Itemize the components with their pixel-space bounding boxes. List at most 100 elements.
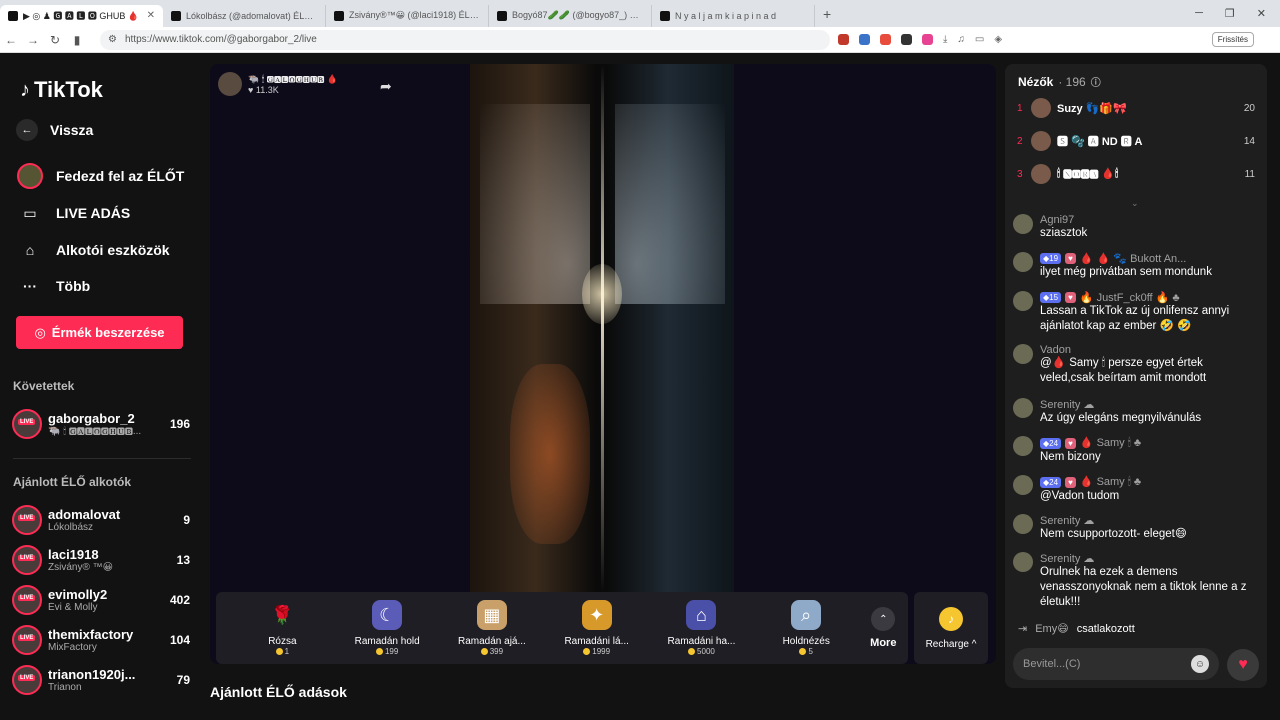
recommended-creator-item[interactable]: LIVE evimolly2 Évi & Molly 402 [12,583,190,617]
chat-username[interactable]: ◆24 ♥ 🩸 Samy 🕯 ♣ [1040,475,1259,489]
close-tab-icon[interactable]: ✕ [147,10,155,21]
recommended-creator-item[interactable]: LIVE adomalovat Lókolbász 9 [12,503,190,537]
browser-tab[interactable]: N y a l j a m k i a p i n a d [652,4,815,27]
chat-input[interactable]: Bevitel...(C) ☺ [1013,648,1219,680]
gift-item[interactable]: ⌂ Ramadáni ha... 5000 [649,600,754,656]
avatar [1031,131,1051,151]
bookmark-icon[interactable]: ▮ [66,33,88,47]
sidebar-icon[interactable]: ▭ [975,34,984,45]
url-field[interactable]: ⚙ https://www.tiktok.com/@gaborgabor_2/l… [100,29,830,50]
avatar [1013,552,1033,572]
logo-text: TikTok [34,77,103,102]
recommended-creator-item[interactable]: LIVE laci1918 Zsivány® ™😀 13 [12,543,190,577]
brave-shield-icon[interactable] [838,34,849,45]
coin-icon [275,648,283,655]
gift-item[interactable]: 🌹 Rózsa 1 [230,600,335,657]
tab-title: Lókolbász (@adomalovat) ÉLŐ adásb [186,10,317,21]
extension-icon[interactable] [901,34,912,45]
recommended-creator-item[interactable]: LIVE themixfactory MixFactory 104 [12,623,190,657]
video-player[interactable] [470,64,734,592]
chat-username[interactable]: Serenity ☁ [1040,552,1259,565]
chat-message: ◆15 ♥ 🔥 JustF_ck0ff 🔥 ♣ Lassan a TikTok az… [1013,291,1259,334]
avatar: LIVE [12,625,42,655]
chat-username[interactable]: Serenity ☁ [1040,398,1259,411]
chat-message: Vadon @🩸 Samy 🕯 persze egyet értek veled… [1013,344,1259,386]
host-info[interactable]: 🐃 🕯 🅶🅰🅻🅾🅶🅷🆄🅱 🩸 ♥ 11.3K [218,72,338,96]
chat-username[interactable]: ◆19 ♥ 🩸 🩸 🐾 Bukott An... [1040,252,1259,265]
browser-tab[interactable]: Bogyó87🥒🥒 (@bogyo87_) ÉLŐ a [489,4,652,27]
top-viewer-row[interactable]: 1 Suzy 👣🎁🎀 20 [1017,96,1255,120]
extension-icon[interactable] [880,34,891,45]
help-icon[interactable]: ⓘ [1091,74,1101,89]
forward-icon[interactable]: → [22,33,44,47]
gift-item[interactable]: ✦ Ramadáni lá... 1999 [544,600,649,656]
extension-icon[interactable] [922,34,933,45]
share-arrow-icon[interactable]: ➦ [380,78,392,95]
chat-username[interactable]: Serenity ☁ [1040,514,1259,527]
browser-tab[interactable]: Lókolbász (@adomalovat) ÉLŐ adásb [163,4,326,27]
gift-price-value: 199 [384,647,399,656]
browser-tab[interactable]: Zsivány®™😀 (@laci1918) ÉLŐ adás [326,4,489,27]
refresh-update-button[interactable]: Frissítés [1211,32,1254,47]
nav-explore-live[interactable]: Fedezd fel az ÉLŐT [16,162,184,190]
top-viewer-row[interactable]: 3 🕯 🅽🅾🆁🅰 🩸🕯 11 [1017,162,1255,186]
host-name: 🐃 🕯 🅶🅰🅻🅾🅶🅷🆄🅱 🩸 [248,73,339,84]
like-heart-button[interactable]: ♥ [1227,649,1259,681]
creator-subtitle: Lókolbász [48,522,94,533]
host-avatar[interactable] [218,72,242,96]
emoji-icon[interactable]: ☺ [1191,655,1209,673]
nav-live-broadcast[interactable]: ▭ LIVE ADÁS [16,199,130,227]
get-coins-button[interactable]: ◎ Érmék beszerzése [16,316,183,349]
close-window-icon[interactable]: ✕ [1257,7,1266,20]
more-gifts-button[interactable]: ⌃ More [859,607,908,649]
rank-number: 2 [1017,135,1023,147]
chat-text: Orulnek ha ezek a demens venasszonyoknak… [1040,566,1247,608]
chat-message: ◆24 ♥ 🩸 Samy 🕯 ♣ Nem bizony [1013,436,1259,465]
avatar: LIVE [12,545,42,575]
gift-item[interactable]: ▦ Ramadán ajá... 399 [440,600,545,656]
gift-item[interactable]: ⌕ Holdnézés 5 [754,600,859,656]
coins-button-label: Érmék beszerzése [51,325,165,340]
recharge-button[interactable]: ♪ Recharge ^ [914,592,988,664]
tiktok-note-icon: ♪ [20,78,30,101]
creator-subtitle: Zsivány® ™😀 [48,562,114,573]
chat-username[interactable]: ◆15 ♥ 🔥 JustF_ck0ff 🔥 ♣ [1040,291,1259,304]
site-info-icon[interactable]: ⚙ [108,34,117,45]
chat-username[interactable]: Agni97 [1040,214,1259,226]
back-link[interactable]: ← Vissza [16,119,93,141]
download-icon[interactable]: ⤓ [943,34,947,45]
recommended-creator-item[interactable]: LIVE trianon1920j... Trianon 79 [12,663,190,697]
nav-creator-tools[interactable]: ⌂ Alkotói eszközök [16,236,170,264]
extensions-toolbar: ⤓ ♫ ▭ ◈ [838,34,1002,45]
chat-message: Agni97 sziasztok [1013,214,1259,241]
nav-label: Fedezd fel az ÉLŐT [56,168,185,184]
reload-icon[interactable]: ↻ [44,33,66,47]
following-creator-item[interactable]: LIVE gaborgabor_2 🐃 🕯 🅶🅰🅻🅾🅶🅷🆄🅱... 196 [12,407,190,441]
minimize-icon[interactable]: ─ [1195,7,1203,20]
top-viewer-row[interactable]: 2 🆂 🫧 🅰 ND 🆁 A 14 [1017,129,1255,153]
fan-badge: ♥ [1065,253,1076,264]
nav-more[interactable]: ··· Több [16,272,90,300]
gift-item[interactable]: ☾ Ramadán hold 199 [335,600,440,656]
chat-username[interactable]: ◆24 ♥ 🩸 Samy 🕯 ♣ [1040,436,1259,450]
gift-price: 399 [480,647,503,656]
chevron-down-icon[interactable]: ⌄ [1131,198,1139,209]
browser-tab[interactable]: ▶ ◎ ♟ 🅶 🅰 🅻 🅾 GHUB 🩸 ✕ [0,4,163,27]
house-icon: ⌂ [25,242,35,258]
tiktok-logo[interactable]: ♪ TikTok [20,77,103,103]
translate-icon[interactable] [859,34,870,45]
wallet-icon[interactable]: ◈ [994,34,1002,45]
back-icon[interactable]: ← [0,33,22,47]
viewer-score: 20 [1243,102,1255,114]
username-text: 🩸 Samy 🕯 ♣ [1079,476,1142,488]
maximize-icon[interactable]: ❐ [1225,7,1235,20]
new-tab-button[interactable]: + [815,6,839,22]
divider [13,458,191,459]
chat-message: ◆19 ♥ 🩸 🩸 🐾 Bukott An... ilyet még privátb… [1013,252,1259,280]
tiktok-favicon-icon [334,10,344,21]
music-icon[interactable]: ♫ [957,34,965,45]
chat-username[interactable]: Vadon [1040,344,1259,356]
username-text: 🩸 🩸 🐾 Bukott An... [1079,253,1187,265]
tab-title: Bogyó87🥒🥒 (@bogyo87_) ÉLŐ a [512,10,643,20]
username-text: Serenity ☁ [1040,515,1095,527]
